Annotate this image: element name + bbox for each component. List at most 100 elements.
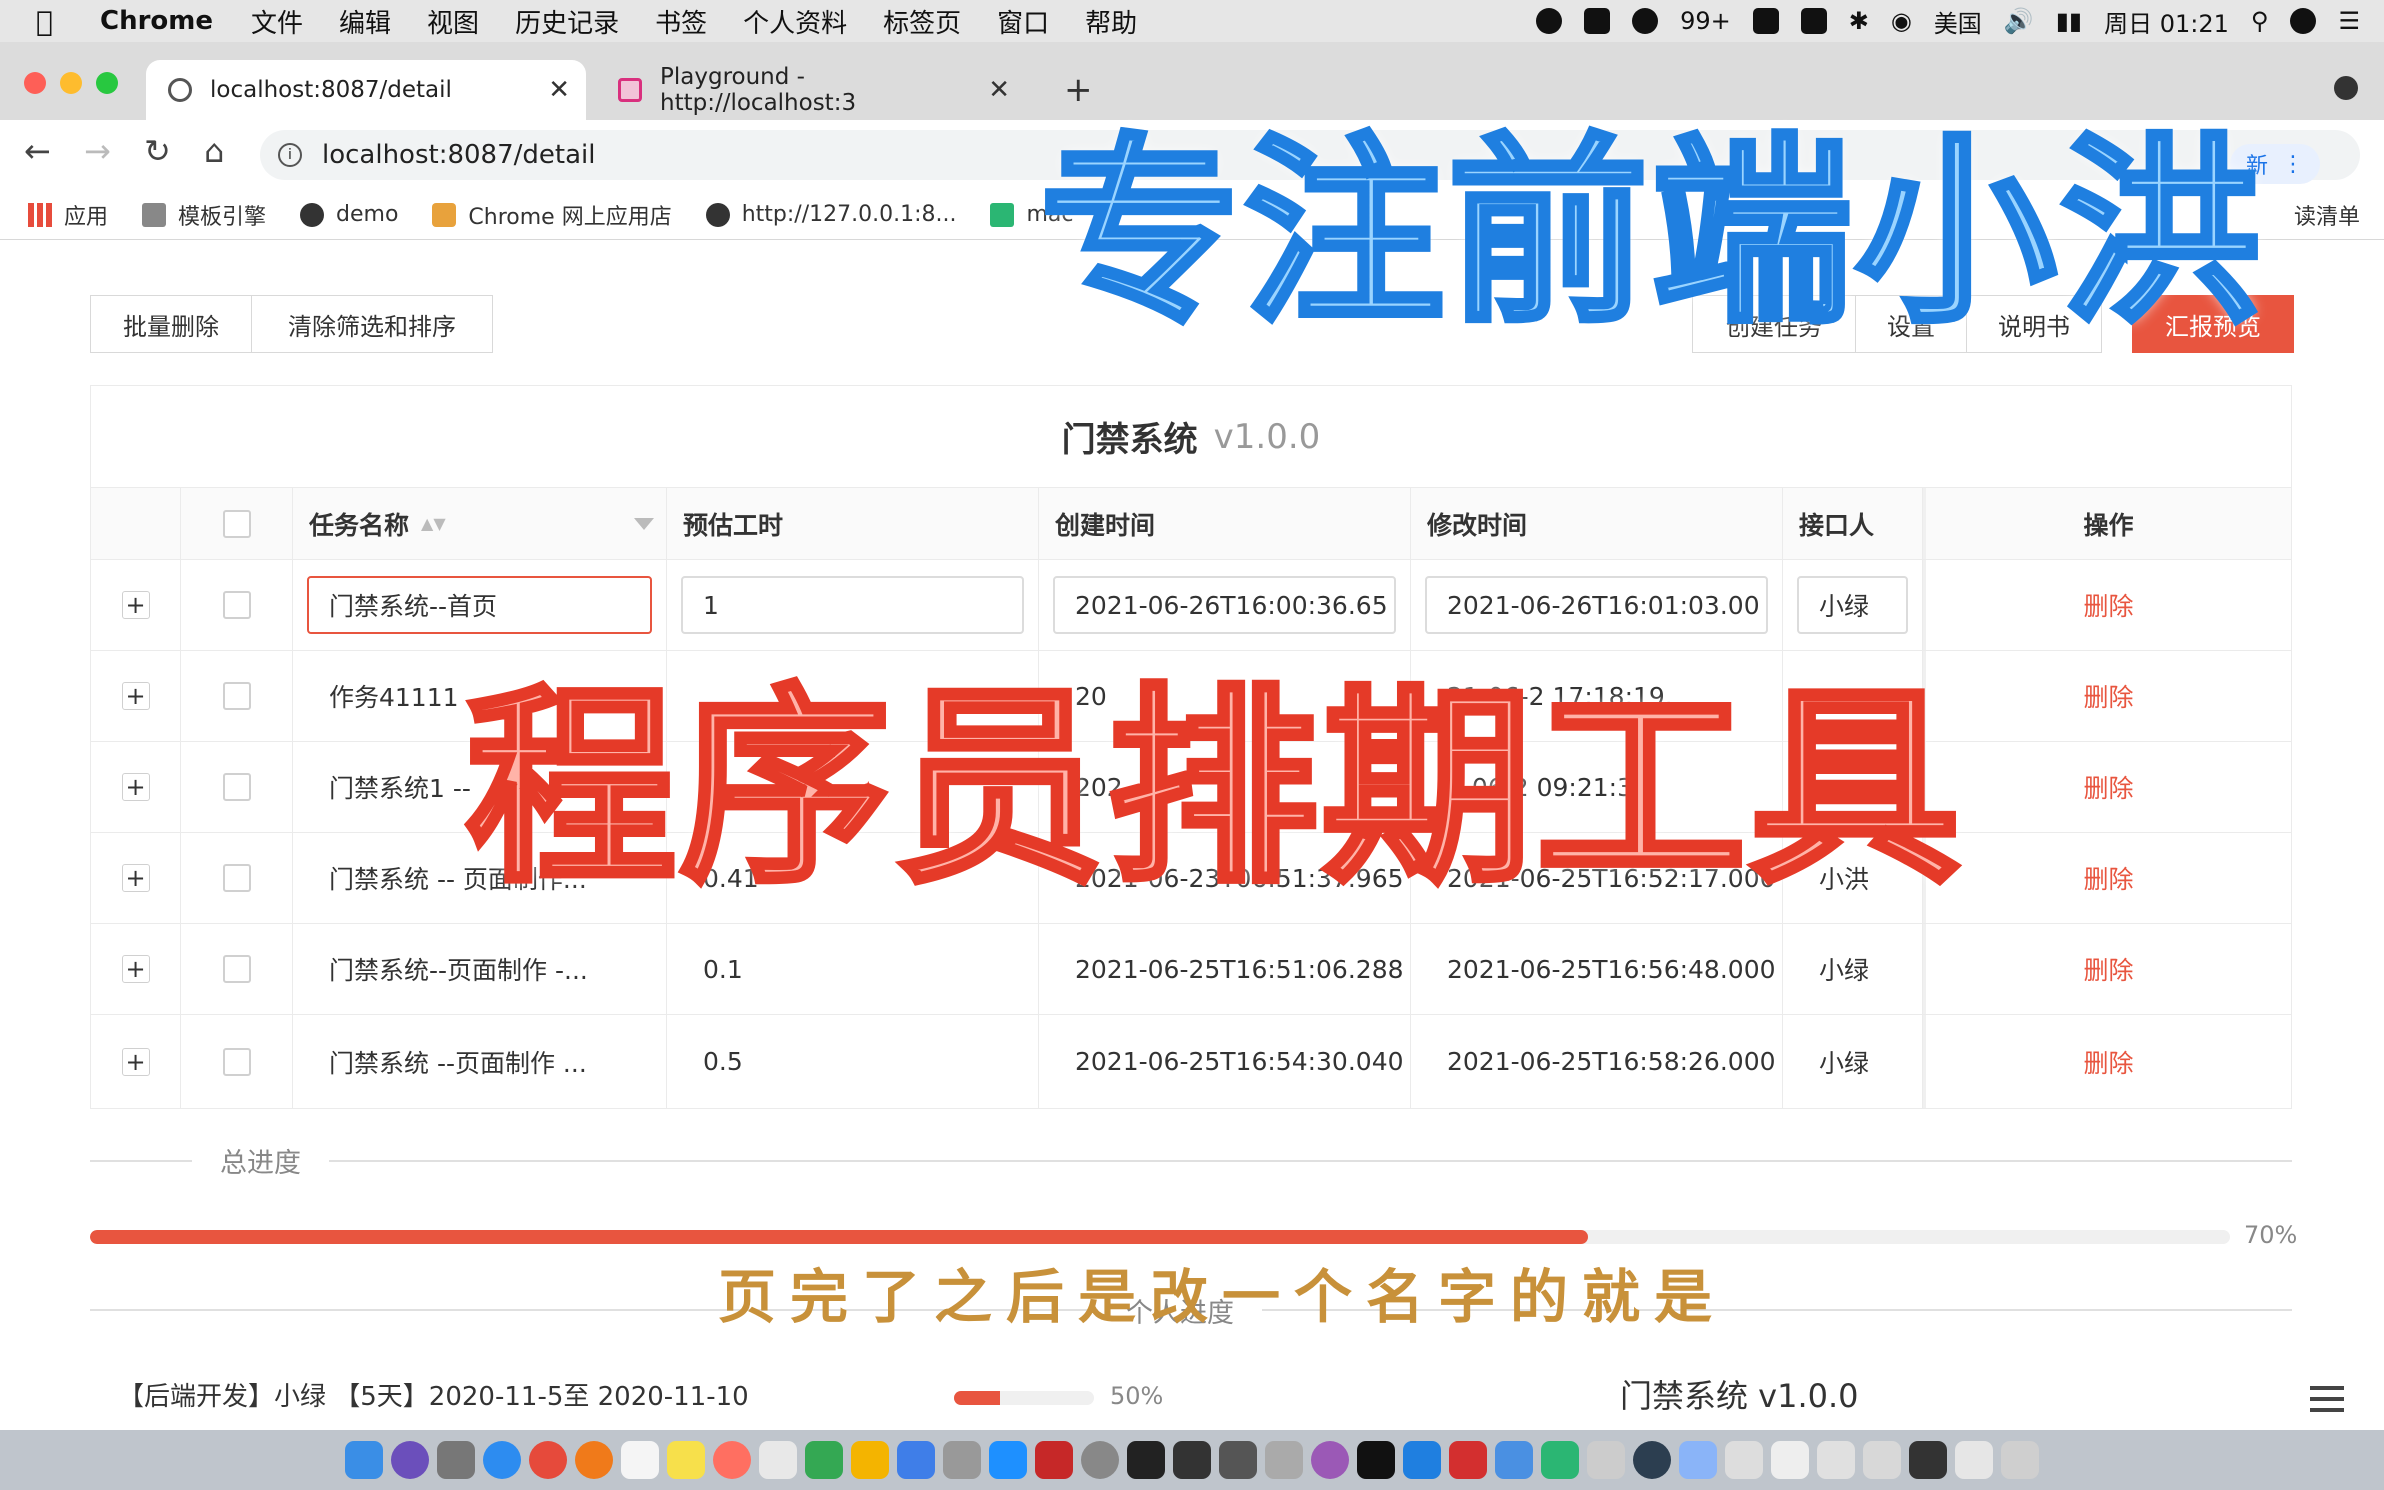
calculator-icon[interactable]: [759, 1441, 797, 1479]
expand-row-button[interactable]: +: [121, 955, 150, 983]
address-url[interactable]: localhost:8087/detail: [322, 140, 595, 170]
menu-file[interactable]: 文件: [251, 3, 303, 40]
tab-detail[interactable]: localhost:8087/detail ✕: [146, 60, 586, 120]
downloads-folder-icon[interactable]: [1679, 1441, 1717, 1479]
batch-delete-button[interactable]: 批量删除: [90, 295, 252, 353]
finder-icon[interactable]: [345, 1441, 383, 1479]
created-cell[interactable]: 2021-06-25T16:54:30.040: [1039, 1015, 1411, 1108]
vscode-icon[interactable]: [1403, 1441, 1441, 1479]
bookmark-webstore[interactable]: Chrome 网上应用店: [432, 199, 672, 231]
menu-history[interactable]: 历史记录: [515, 3, 619, 40]
delete-link[interactable]: 删除: [2083, 860, 2133, 896]
sublime-icon[interactable]: [1219, 1441, 1257, 1479]
siri-icon[interactable]: [391, 1441, 429, 1479]
textedit-icon[interactable]: [621, 1441, 659, 1479]
qq-icon[interactable]: [1633, 1441, 1671, 1479]
row-checkbox[interactable]: [222, 773, 251, 801]
wechat-icon[interactable]: [1541, 1441, 1579, 1479]
name-cell[interactable]: 门禁系统--页面制作 -...: [293, 924, 667, 1014]
expand-row-button[interactable]: +: [121, 591, 150, 619]
wps-icon[interactable]: [1584, 8, 1611, 34]
keynote-icon[interactable]: [897, 1441, 935, 1479]
filter-icon[interactable]: [634, 517, 654, 530]
row-checkbox[interactable]: [222, 1047, 251, 1076]
safari-icon[interactable]: [483, 1441, 521, 1479]
expand-row-button[interactable]: +: [121, 773, 150, 801]
back-icon[interactable]: ←: [24, 132, 51, 170]
battery-icon[interactable]: ▮▮: [2056, 7, 2082, 35]
bookmark-demo[interactable]: demo: [300, 202, 398, 227]
system-preferences-icon[interactable]: [1081, 1441, 1119, 1479]
bluetooth-icon[interactable]: ✱: [1849, 7, 1869, 35]
window-thumbnail-icon[interactable]: [1909, 1441, 1947, 1479]
apple-tv-icon[interactable]: [1357, 1441, 1395, 1479]
wifi-icon[interactable]: ◉: [1891, 7, 1912, 35]
menu-tab[interactable]: 标签页: [883, 3, 961, 40]
clear-filter-button[interactable]: 清除筛选和排序: [251, 295, 493, 353]
chrome-icon[interactable]: [529, 1441, 567, 1479]
preview-icon[interactable]: [1587, 1441, 1625, 1479]
home-icon[interactable]: ⌂: [204, 132, 224, 170]
clock[interactable]: 周日 01:21: [2104, 4, 2229, 39]
firefox-icon[interactable]: [575, 1441, 613, 1479]
menu-view[interactable]: 视图: [427, 3, 479, 40]
podcasts-icon[interactable]: [1311, 1441, 1349, 1479]
bookmark-template-engine[interactable]: 模板引擎: [142, 199, 266, 231]
feather-icon[interactable]: [1752, 8, 1779, 34]
feather-icon[interactable]: [1495, 1441, 1533, 1479]
photos-icon[interactable]: [713, 1441, 751, 1479]
screen-icon[interactable]: [1800, 8, 1827, 34]
tab-search-icon[interactable]: [2334, 76, 2358, 100]
expand-row-button[interactable]: +: [121, 1047, 150, 1076]
hours-cell[interactable]: 0.5: [667, 1015, 1039, 1108]
name-cell[interactable]: 门禁系统 --页面制作 ...: [293, 1015, 667, 1108]
bookmark-localhost[interactable]: http://127.0.0.1:8...: [705, 202, 956, 227]
row-checkbox[interactable]: [222, 864, 251, 892]
created-cell[interactable]: 2021-06-25T16:51:06.288: [1039, 924, 1411, 1014]
database-icon[interactable]: [1265, 1441, 1303, 1479]
app-store-icon[interactable]: [989, 1441, 1027, 1479]
hamburger-menu-icon[interactable]: [2310, 1386, 2344, 1412]
owner-cell[interactable]: 小绿: [1783, 1015, 1923, 1108]
hours-cell[interactable]: 0.1: [667, 924, 1039, 1014]
control-center-icon[interactable]: ☰: [2338, 7, 2360, 35]
row-checkbox[interactable]: [222, 591, 251, 619]
help-icon[interactable]: [943, 1441, 981, 1479]
row-checkbox[interactable]: [222, 682, 251, 710]
trash-icon[interactable]: [2001, 1441, 2039, 1479]
wps-icon[interactable]: [1449, 1441, 1487, 1479]
bookmark-apps[interactable]: 应用: [28, 199, 108, 231]
tab-playground[interactable]: Playground - http://localhost:3 ✕: [596, 60, 1026, 120]
delete-link[interactable]: 删除: [2083, 587, 2133, 623]
wechat-icon[interactable]: [1632, 8, 1659, 34]
window-thumbnail-icon[interactable]: [1817, 1441, 1855, 1479]
delete-link[interactable]: 删除: [2083, 678, 2133, 714]
expand-row-button[interactable]: +: [121, 864, 150, 892]
reload-icon[interactable]: ↻: [144, 132, 171, 170]
window-thumbnail-icon[interactable]: [1863, 1441, 1901, 1479]
volume-icon[interactable]: 🔊: [2004, 7, 2034, 35]
close-tab-icon[interactable]: ✕: [548, 75, 570, 105]
terminal-icon[interactable]: [1127, 1441, 1165, 1479]
pages-icon[interactable]: [851, 1441, 889, 1479]
window-thumbnail-icon[interactable]: [1771, 1441, 1809, 1479]
select-all-checkbox[interactable]: [222, 509, 251, 538]
input-source[interactable]: 美国: [1934, 4, 1982, 39]
minimize-window-button[interactable]: [60, 72, 82, 94]
modified-cell[interactable]: 2021-06-25T16:58:26.000: [1411, 1015, 1783, 1108]
delete-link[interactable]: 删除: [2083, 769, 2133, 805]
expand-row-button[interactable]: +: [121, 682, 150, 710]
menu-help[interactable]: 帮助: [1085, 3, 1137, 40]
numbers-icon[interactable]: [805, 1441, 843, 1479]
launchpad-icon[interactable]: [437, 1441, 475, 1479]
owner-cell[interactable]: 小绿: [1783, 924, 1923, 1014]
forward-icon[interactable]: →: [84, 132, 111, 170]
zoom-window-button[interactable]: [96, 72, 118, 94]
filezilla-icon[interactable]: [1035, 1441, 1073, 1479]
apple-icon[interactable]: : [36, 5, 86, 38]
delete-link[interactable]: 删除: [2083, 1044, 2133, 1080]
menu-edit[interactable]: 编辑: [339, 3, 391, 40]
close-window-button[interactable]: [24, 72, 46, 94]
close-tab-icon[interactable]: ✕: [988, 75, 1010, 105]
sort-icon[interactable]: ▲▼: [421, 514, 446, 533]
